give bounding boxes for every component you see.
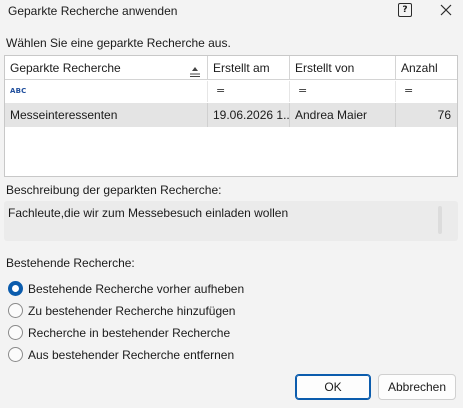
title-bar: Geparkte Recherche anwenden ? — [0, 0, 463, 24]
grid-filter-row: ABC = = = — [5, 81, 457, 102]
radio-button[interactable] — [8, 325, 23, 340]
radio-button[interactable] — [8, 303, 23, 318]
radio-label: Recherche in bestehender Recherche — [28, 326, 231, 340]
radio-label: Aus bestehender Recherche entfernen — [28, 348, 235, 362]
radio-label: Bestehende Recherche vorher aufheben — [28, 282, 245, 296]
description-field[interactable]: Fachleute,die wir zum Messebesuch einlad… — [4, 201, 458, 241]
column-header-count[interactable]: Anzahl — [396, 56, 457, 80]
ok-button[interactable]: OK — [295, 374, 371, 400]
radio-label: Zu bestehender Recherche hinzufügen — [28, 304, 236, 318]
radio-button[interactable] — [8, 347, 23, 362]
option-add-to-existing[interactable]: Zu bestehender Recherche hinzufügen — [8, 302, 308, 320]
parked-searches-grid[interactable]: Geparkte Recherche Erstellt am Erstellt … — [4, 55, 458, 177]
filter-cell-name[interactable]: ABC — [5, 81, 208, 102]
equals-icon: = — [298, 84, 308, 97]
cell-name: Messeinteressenten — [5, 103, 208, 127]
close-icon[interactable] — [438, 2, 454, 18]
existing-search-label: Bestehende Recherche: — [6, 256, 135, 270]
cancel-button[interactable]: Abbrechen — [378, 374, 456, 400]
dialog-window: Geparkte Recherche anwenden ? Wählen Sie… — [0, 0, 463, 408]
equals-icon: = — [216, 84, 226, 97]
table-row[interactable]: Messeinteressenten 19.06.2026 1... Andre… — [5, 103, 457, 127]
text-filter-icon: ABC — [10, 87, 27, 95]
column-header-name-label: Geparkte Recherche — [10, 61, 121, 75]
column-header-created-by[interactable]: Erstellt von — [290, 56, 396, 80]
sort-ascending-icon[interactable] — [189, 62, 201, 77]
cell-created-by: Andrea Maier — [290, 103, 396, 127]
option-clear-existing[interactable]: Bestehende Recherche vorher aufheben — [8, 280, 308, 298]
description-scrollbar[interactable] — [438, 206, 442, 234]
filter-cell-created-by[interactable]: = — [290, 81, 396, 102]
radio-button-selected[interactable] — [8, 281, 23, 296]
column-header-name[interactable]: Geparkte Recherche — [5, 56, 208, 80]
filter-cell-created-on[interactable]: = — [208, 81, 290, 102]
cell-created-on: 19.06.2026 1... — [208, 103, 290, 127]
equals-icon: = — [404, 84, 414, 97]
option-search-within-existing[interactable]: Recherche in bestehender Recherche — [8, 324, 308, 342]
grid-header: Geparkte Recherche Erstellt am Erstellt … — [5, 56, 457, 80]
dialog-title: Geparkte Recherche anwenden — [8, 4, 178, 18]
help-icon[interactable]: ? — [398, 3, 412, 17]
option-remove-from-existing[interactable]: Aus bestehender Recherche entfernen — [8, 346, 308, 364]
column-header-created-on[interactable]: Erstellt am — [208, 56, 290, 80]
description-label: Beschreibung der geparkten Recherche: — [6, 183, 222, 197]
description-text: Fachleute,die wir zum Messebesuch einlad… — [8, 206, 289, 220]
instruction-label: Wählen Sie eine geparkte Recherche aus. — [6, 36, 231, 50]
cell-count: 76 — [437, 108, 451, 122]
filter-cell-count[interactable]: = — [396, 81, 457, 102]
